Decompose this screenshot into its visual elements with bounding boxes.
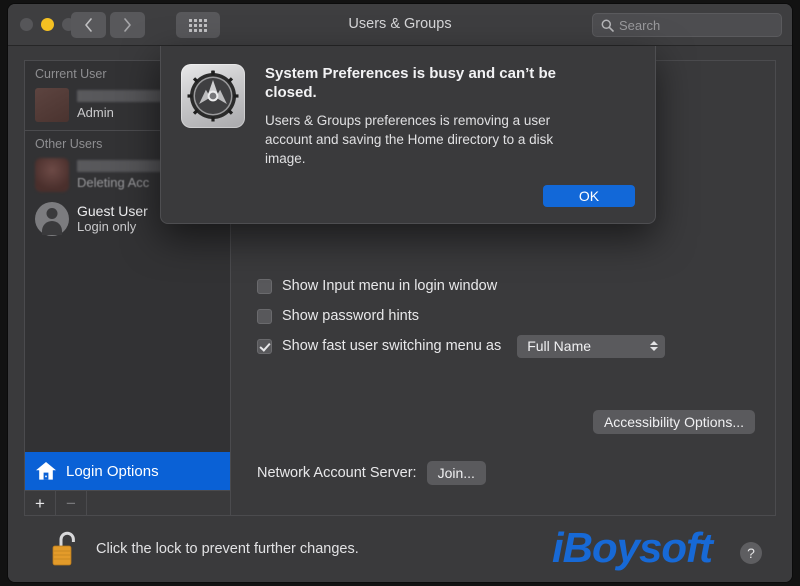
sidebar-item-label: Login Options xyxy=(66,463,159,480)
system-preferences-gear-icon xyxy=(181,64,245,128)
checkbox-row-fast-user-switching[interactable]: Show fast user switching menu as Full Na… xyxy=(257,331,665,361)
iboysoft-watermark: iBoysoft xyxy=(552,524,712,572)
toolbar-filler xyxy=(87,491,230,515)
accessibility-options-wrapper: Accessibility Options... xyxy=(593,410,755,434)
checkbox-row-input-menu[interactable]: Show Input menu in login window xyxy=(257,271,665,301)
login-options-checkbox-list: Show Input menu in login window Show pas… xyxy=(257,271,665,361)
checkbox-label: Show password hints xyxy=(282,308,419,324)
user-name: Guest User xyxy=(77,203,148,219)
window-footer: Click the lock to prevent further change… xyxy=(24,516,776,582)
network-account-server-label: Network Account Server: xyxy=(257,465,417,481)
dialog-content: System Preferences is busy and can’t be … xyxy=(181,64,635,168)
add-user-button[interactable]: + xyxy=(25,491,56,515)
network-account-server-row: Network Account Server: Join... xyxy=(257,461,486,485)
fast-user-switching-popup-button[interactable]: Full Name xyxy=(517,335,665,358)
screen: Users & Groups Current User xyxy=(0,0,800,586)
remove-user-button[interactable]: − xyxy=(56,491,87,515)
search-field[interactable] xyxy=(592,13,782,37)
user-meta: Deleting Acc xyxy=(77,160,173,191)
dialog-message: Users & Groups preferences is removing a… xyxy=(265,111,595,168)
user-meta: Guest User Login only xyxy=(77,203,148,235)
user-status: Deleting Acc xyxy=(77,175,173,191)
avatar xyxy=(35,158,69,192)
help-button[interactable]: ? xyxy=(740,542,762,564)
home-icon xyxy=(35,461,57,481)
search-icon xyxy=(601,19,614,32)
checkbox-row-password-hints[interactable]: Show password hints xyxy=(257,301,665,331)
avatar xyxy=(35,88,69,122)
checkbox-password-hints[interactable] xyxy=(257,309,272,324)
checkbox-label: Show fast user switching menu as xyxy=(282,338,501,354)
gear-icon xyxy=(187,70,239,122)
system-preferences-window: Users & Groups Current User xyxy=(8,4,792,582)
checkbox-fast-user-switching[interactable] xyxy=(257,339,272,354)
join-button[interactable]: Join... xyxy=(427,461,486,485)
chevron-updown-icon xyxy=(650,341,658,351)
unlocked-padlock-icon[interactable] xyxy=(50,530,82,568)
window-toolbar: Users & Groups xyxy=(8,4,792,46)
busy-alert-dialog: System Preferences is busy and can’t be … xyxy=(160,46,656,224)
sidebar-item-login-options[interactable]: Login Options xyxy=(25,452,230,490)
redacted-user-name xyxy=(77,160,173,172)
guest-person-icon xyxy=(35,202,69,236)
checkbox-input-menu[interactable] xyxy=(257,279,272,294)
add-remove-toolbar: + − xyxy=(25,490,230,515)
search-input[interactable] xyxy=(619,18,773,33)
dialog-text: System Preferences is busy and can’t be … xyxy=(265,64,635,168)
ok-button[interactable]: OK xyxy=(543,185,635,207)
popup-value: Full Name xyxy=(527,338,591,354)
lock-hint-text: Click the lock to prevent further change… xyxy=(96,541,359,557)
lock-area: Click the lock to prevent further change… xyxy=(50,530,359,568)
checkbox-label: Show Input menu in login window xyxy=(282,278,497,294)
user-role: Login only xyxy=(77,219,148,235)
dialog-title: System Preferences is busy and can’t be … xyxy=(265,64,595,102)
accessibility-options-button[interactable]: Accessibility Options... xyxy=(593,410,755,434)
